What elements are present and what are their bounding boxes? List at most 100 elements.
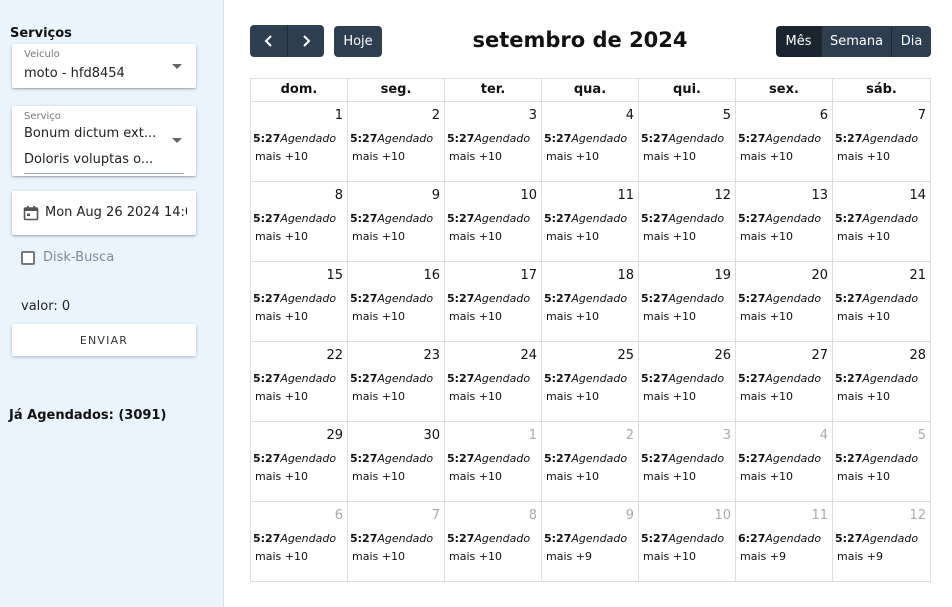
day-number[interactable]: 5: [723, 108, 731, 123]
day-cell[interactable]: 3 5:27Agendado mais +10: [639, 422, 736, 501]
day-number[interactable]: 7: [432, 508, 440, 523]
day-number[interactable]: 6: [820, 108, 828, 123]
day-number[interactable]: 23: [423, 348, 440, 363]
more-events-link[interactable]: mais +10: [643, 150, 696, 163]
more-events-link[interactable]: mais +10: [255, 310, 308, 323]
more-events-link[interactable]: mais +10: [255, 230, 308, 243]
vehicle-select[interactable]: Veiculo moto - hfd8454: [12, 44, 196, 88]
next-button[interactable]: [287, 25, 324, 57]
day-cell[interactable]: 20 5:27Agendado mais +10: [736, 262, 833, 341]
day-cell[interactable]: 18 5:27Agendado mais +10: [542, 262, 639, 341]
day-number[interactable]: 1: [529, 428, 537, 443]
more-events-link[interactable]: mais +10: [837, 150, 890, 163]
event-item[interactable]: 5:27Agendado: [447, 372, 530, 385]
view-day-button[interactable]: Dia: [891, 26, 931, 57]
day-cell[interactable]: 26 5:27Agendado mais +10: [639, 342, 736, 421]
day-number[interactable]: 3: [529, 108, 537, 123]
event-item[interactable]: 5:27Agendado: [641, 372, 724, 385]
event-item[interactable]: 5:27Agendado: [641, 212, 724, 225]
day-cell[interactable]: 10 5:27Agendado mais +10: [639, 502, 736, 582]
day-number[interactable]: 12: [714, 188, 731, 203]
event-item[interactable]: 5:27Agendado: [447, 292, 530, 305]
event-item[interactable]: 5:27Agendado: [641, 292, 724, 305]
event-item[interactable]: 5:27Agendado: [350, 372, 433, 385]
day-cell[interactable]: 23 5:27Agendado mais +10: [348, 342, 445, 421]
event-item[interactable]: 5:27Agendado: [253, 132, 336, 145]
event-item[interactable]: 5:27Agendado: [738, 372, 821, 385]
day-cell[interactable]: 2 5:27Agendado mais +10: [542, 422, 639, 501]
more-events-link[interactable]: mais +10: [449, 550, 502, 563]
disk-busca-checkbox[interactable]: [21, 251, 35, 265]
day-cell[interactable]: 6 5:27Agendado mais +10: [736, 102, 833, 181]
day-cell[interactable]: 28 5:27Agendado mais +10: [833, 342, 930, 421]
more-events-link[interactable]: mais +10: [643, 390, 696, 403]
more-events-link[interactable]: mais +10: [352, 390, 405, 403]
day-number[interactable]: 4: [626, 108, 634, 123]
event-item[interactable]: 5:27Agendado: [835, 212, 918, 225]
more-events-link[interactable]: mais +10: [255, 150, 308, 163]
view-week-button[interactable]: Semana: [821, 26, 891, 57]
event-item[interactable]: 5:27Agendado: [447, 532, 530, 545]
day-cell[interactable]: 14 5:27Agendado mais +10: [833, 182, 930, 261]
day-number[interactable]: 29: [326, 428, 343, 443]
day-cell[interactable]: 13 5:27Agendado mais +10: [736, 182, 833, 261]
day-number[interactable]: 2: [626, 428, 634, 443]
day-number[interactable]: 15: [326, 268, 343, 283]
event-item[interactable]: 5:27Agendado: [835, 132, 918, 145]
more-events-link[interactable]: mais +10: [546, 470, 599, 483]
more-events-link[interactable]: mais +10: [255, 470, 308, 483]
more-events-link[interactable]: mais +10: [546, 390, 599, 403]
event-item[interactable]: 5:27Agendado: [641, 132, 724, 145]
event-item[interactable]: 5:27Agendado: [835, 292, 918, 305]
send-button[interactable]: ENVIAR: [12, 324, 196, 356]
day-cell[interactable]: 8 5:27Agendado mais +10: [445, 502, 542, 582]
day-cell[interactable]: 7 5:27Agendado mais +10: [348, 502, 445, 582]
day-number[interactable]: 13: [811, 188, 828, 203]
day-cell[interactable]: 25 5:27Agendado mais +10: [542, 342, 639, 421]
day-number[interactable]: 26: [714, 348, 731, 363]
more-events-link[interactable]: mais +10: [740, 150, 793, 163]
day-number[interactable]: 18: [617, 268, 634, 283]
prev-button[interactable]: [250, 25, 287, 57]
event-item[interactable]: 5:27Agendado: [835, 532, 918, 545]
day-number[interactable]: 10: [714, 508, 731, 523]
event-item[interactable]: 5:27Agendado: [350, 132, 433, 145]
day-cell[interactable]: 21 5:27Agendado mais +10: [833, 262, 930, 341]
view-month-button[interactable]: Mês: [776, 26, 821, 57]
day-cell[interactable]: 9 5:27Agendado mais +9: [542, 502, 639, 582]
day-number[interactable]: 21: [909, 268, 926, 283]
day-cell[interactable]: 17 5:27Agendado mais +10: [445, 262, 542, 341]
day-number[interactable]: 20: [811, 268, 828, 283]
day-cell[interactable]: 19 5:27Agendado mais +10: [639, 262, 736, 341]
event-item[interactable]: 5:27Agendado: [447, 212, 530, 225]
event-item[interactable]: 6:27Agendado: [738, 532, 821, 545]
day-cell[interactable]: 5 5:27Agendado mais +10: [833, 422, 930, 501]
event-item[interactable]: 5:27Agendado: [738, 452, 821, 465]
event-item[interactable]: 5:27Agendado: [350, 212, 433, 225]
day-number[interactable]: 9: [432, 188, 440, 203]
day-cell[interactable]: 15 5:27Agendado mais +10: [251, 262, 348, 341]
day-cell[interactable]: 4 5:27Agendado mais +10: [736, 422, 833, 501]
event-item[interactable]: 5:27Agendado: [641, 532, 724, 545]
day-number[interactable]: 9: [626, 508, 634, 523]
more-events-link[interactable]: mais +10: [546, 310, 599, 323]
day-number[interactable]: 27: [811, 348, 828, 363]
more-events-link[interactable]: mais +10: [546, 150, 599, 163]
more-events-link[interactable]: mais +9: [837, 550, 883, 563]
day-cell[interactable]: 27 5:27Agendado mais +10: [736, 342, 833, 421]
event-item[interactable]: 5:27Agendado: [544, 292, 627, 305]
more-events-link[interactable]: mais +10: [740, 390, 793, 403]
event-item[interactable]: 5:27Agendado: [350, 452, 433, 465]
event-item[interactable]: 5:27Agendado: [253, 532, 336, 545]
more-events-link[interactable]: mais +10: [740, 310, 793, 323]
event-item[interactable]: 5:27Agendado: [447, 452, 530, 465]
event-item[interactable]: 5:27Agendado: [253, 452, 336, 465]
more-events-link[interactable]: mais +10: [255, 550, 308, 563]
event-item[interactable]: 5:27Agendado: [544, 532, 627, 545]
day-number[interactable]: 30: [423, 428, 440, 443]
day-cell[interactable]: 12 5:27Agendado mais +9: [833, 502, 930, 582]
event-item[interactable]: 5:27Agendado: [835, 372, 918, 385]
day-cell[interactable]: 7 5:27Agendado mais +10: [833, 102, 930, 181]
day-cell[interactable]: 2 5:27Agendado mais +10: [348, 102, 445, 181]
day-number[interactable]: 16: [423, 268, 440, 283]
